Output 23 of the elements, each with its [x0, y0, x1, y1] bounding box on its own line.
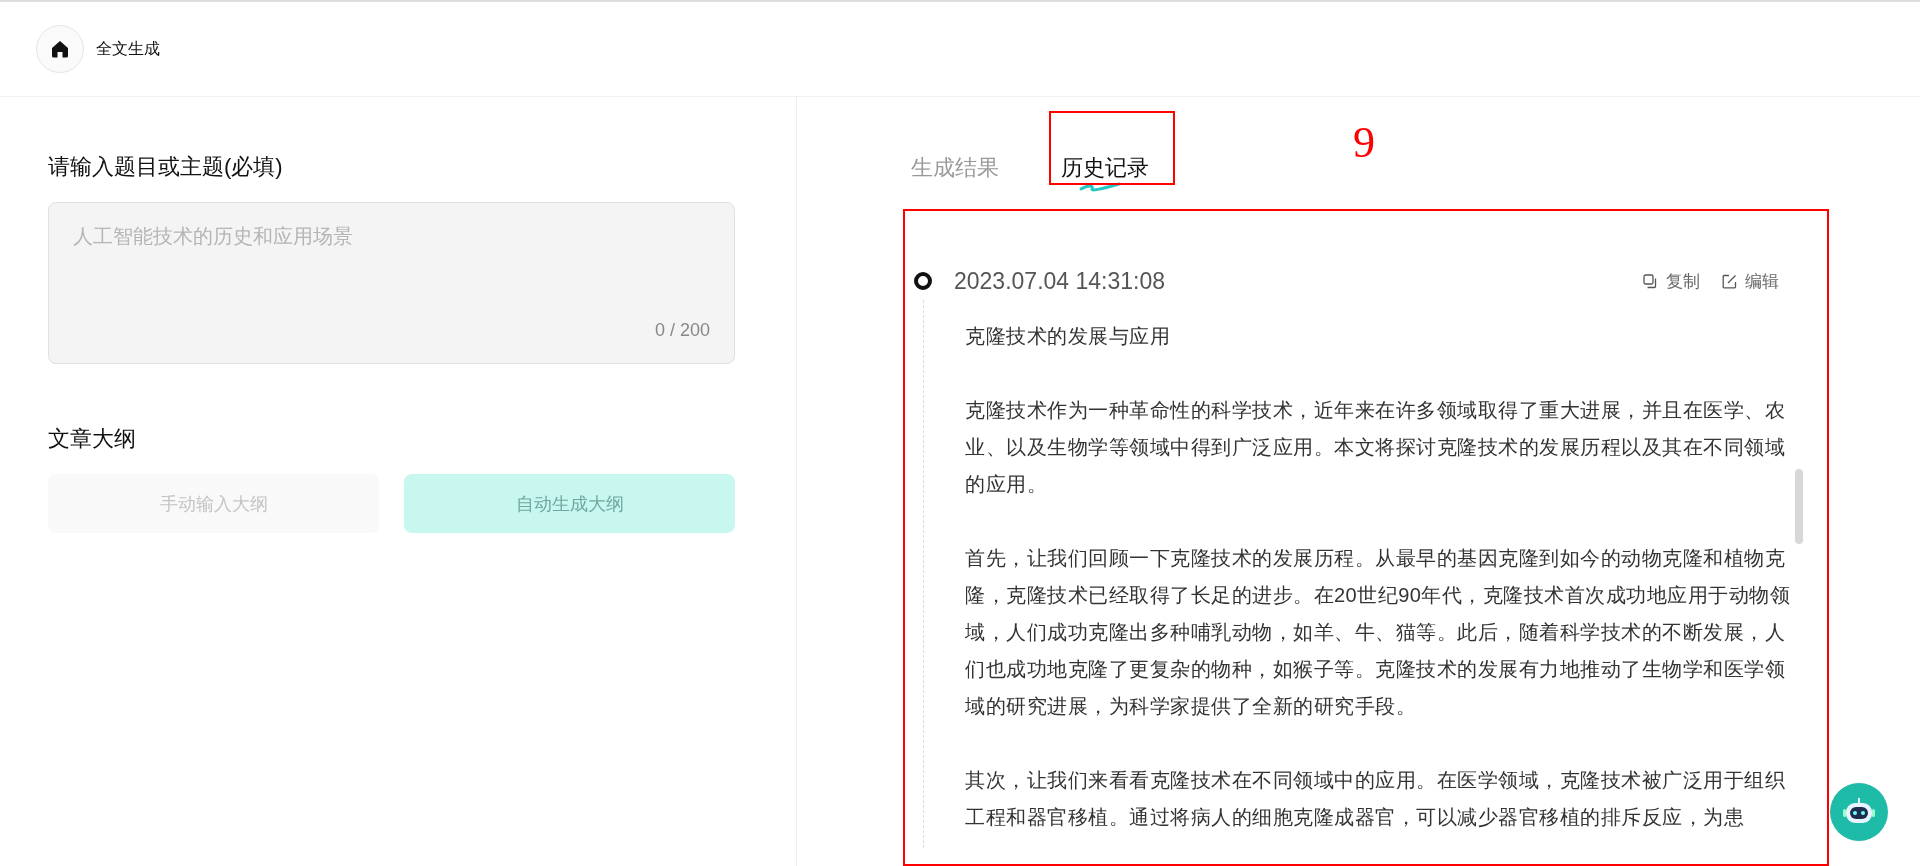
topic-input[interactable]: 人工智能技术的历史和应用场景 0 / 200	[48, 202, 735, 364]
outline-label: 文章大纲	[48, 425, 137, 453]
copy-icon	[1643, 273, 1658, 289]
article-paragraph: 其次，让我们来看看克隆技术在不同领域中的应用。在医学领域，克隆技术被广泛用于组织工程和器官移植。通过将病人的细胞克隆成器官，可以减少器官移植的排斥反应，为患	[965, 768, 1786, 830]
tab[interactable]: 历史记录	[1061, 153, 1149, 197]
copy-button[interactable]: 复制	[1643, 269, 1700, 293]
assistant-robot-button[interactable]	[1830, 783, 1888, 841]
character-counter: 0 / 200	[654, 320, 710, 341]
home-icon	[50, 39, 70, 59]
article-paragraph: 克隆技术的发展与应用	[965, 324, 1171, 349]
edit-button[interactable]: 编辑	[1722, 269, 1779, 293]
annotation-number: 9	[1353, 117, 1375, 168]
home-button[interactable]	[36, 25, 84, 73]
article-paragraph: 首先，让我们回顾一下克隆技术的发展历程。从最早的基因克隆到如今的动物克隆和植物克隆，克隆技术已经取得了长足的进步。在20世纪90年代，克隆技术首次成功地应用于动物领域，人们成功克隆出多种哺乳动物，如羊、牛、猫等。此后，随着科学技术的不断发展，人们也成功地克隆了更复杂的物种，如猴子等。克隆技术的发展有力地推动了生物学和医学领域的研究进展，为科学家提供了全新的研究手段。	[965, 546, 1791, 719]
timestamp: 2023.07.04 14:31:08	[954, 267, 1166, 295]
article-paragraph: 克隆技术作为一种革命性的科学技术，近年来在许多领域取得了重大进展，并且在医学、农业、以及生物学等领域中得到广泛应用。本文将探讨克隆技术的发展历程以及其在不同领域的应用。	[965, 398, 1786, 497]
scrollbar-thumb[interactable]	[1795, 469, 1803, 544]
timeline-dot	[914, 272, 932, 290]
topic-label: 请输入题目或主题(必填)	[48, 153, 284, 181]
tab[interactable]: 生成结果	[911, 153, 999, 197]
page-title: 全文生成	[96, 38, 160, 59]
edit-icon	[1722, 273, 1737, 289]
auto-outline-button[interactable]: 自动生成大纲	[404, 474, 735, 533]
